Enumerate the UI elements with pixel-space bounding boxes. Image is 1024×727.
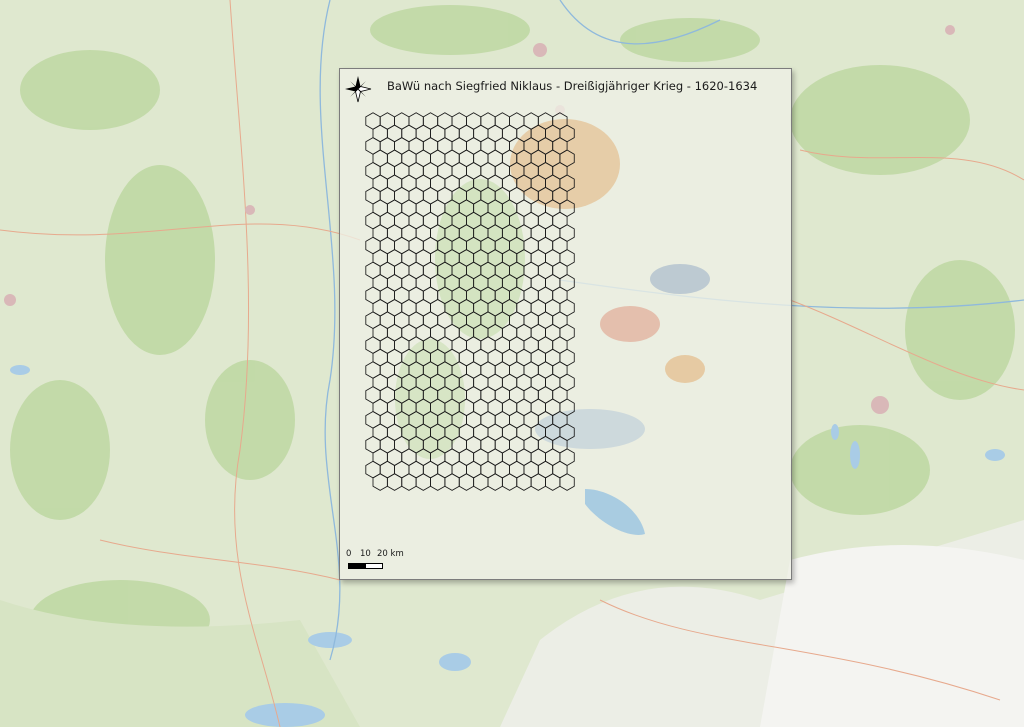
highlight-red-center	[600, 306, 660, 342]
scalebar-segment-dark	[349, 564, 366, 568]
highlight-orange-north	[510, 119, 620, 209]
map-title: BaWü nach Siegfried Niklaus - Dreißigjäh…	[387, 79, 758, 93]
hex-cell	[372, 473, 388, 491]
hex-cell	[473, 473, 489, 491]
hex-cell	[386, 473, 403, 491]
hex-cell	[430, 473, 446, 491]
hex-cell	[501, 473, 518, 491]
hex-cell	[401, 473, 417, 491]
compass-rose-icon	[345, 76, 372, 103]
hex-cell	[458, 473, 475, 491]
hex-cell	[545, 473, 561, 491]
lake-constance	[585, 489, 645, 535]
inner-map[interactable]	[340, 69, 791, 579]
inner-base-features	[395, 179, 645, 535]
scalebar: 0 10 20 km	[346, 549, 416, 573]
hex-cell	[559, 473, 575, 491]
hex-cell	[487, 473, 503, 491]
scalebar-label-0: 0	[346, 549, 352, 559]
highlight-orange-east	[665, 355, 705, 383]
scalebar-segment-light	[365, 564, 382, 568]
scalebar-label-20: 20 km	[377, 549, 404, 559]
hex-cell	[516, 473, 532, 491]
hex-cell	[415, 473, 431, 491]
scalebar-label-10: 10	[360, 549, 371, 559]
hex-cell	[530, 473, 546, 491]
scalebar-bar	[348, 563, 383, 569]
highlight-blue-east	[650, 264, 710, 294]
map-print-layout: BaWü nach Siegfried Niklaus - Dreißigjäh…	[339, 68, 792, 580]
hex-cell	[444, 473, 460, 491]
